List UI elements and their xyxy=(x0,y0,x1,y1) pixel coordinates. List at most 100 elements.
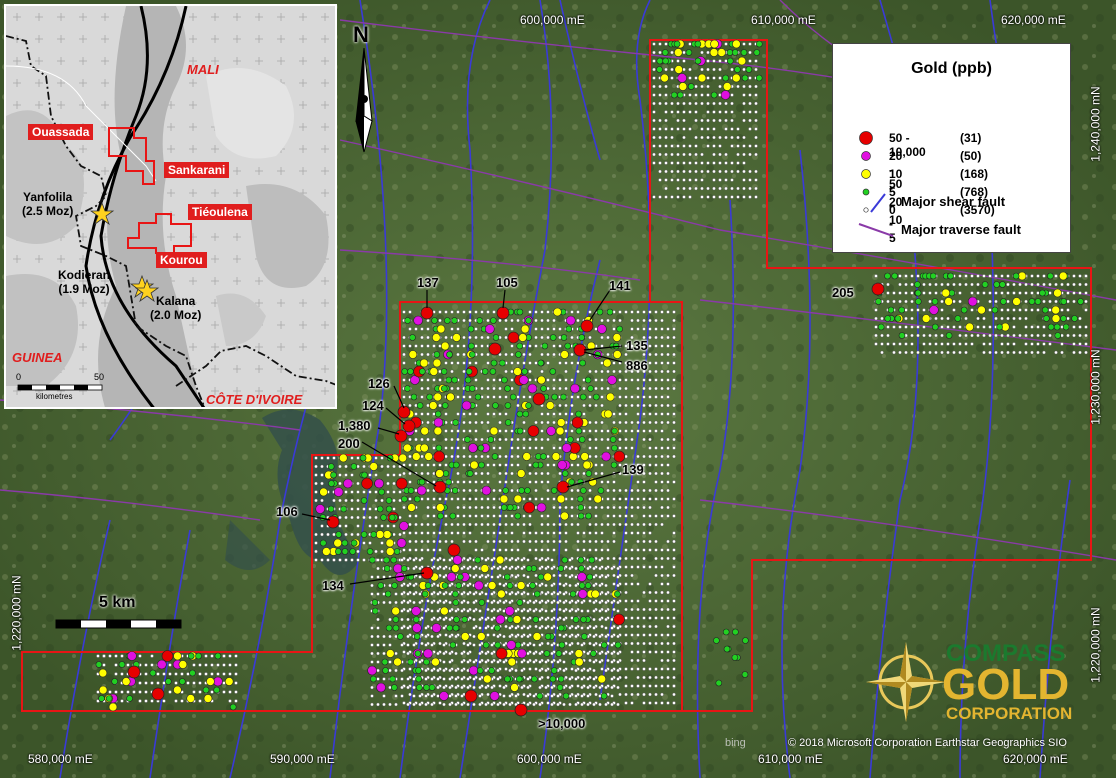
sample-point-low xyxy=(600,420,604,425)
sample-point-low xyxy=(648,684,652,688)
inset-scale-bar xyxy=(17,384,103,391)
sample-point-low xyxy=(654,395,658,399)
sample-point-low xyxy=(636,522,640,527)
sample-point-low xyxy=(520,626,524,630)
sample-point-low xyxy=(424,634,428,639)
sample-point-low xyxy=(676,127,680,131)
sample-point-low xyxy=(320,524,324,528)
sample-point-low xyxy=(466,609,470,613)
sample-point-low xyxy=(730,67,734,72)
sample-point-low xyxy=(666,582,670,586)
sample-point-low xyxy=(654,590,658,595)
sample-point-low xyxy=(624,514,628,518)
sample-point-low xyxy=(606,369,610,374)
sample-point-low xyxy=(1048,299,1052,304)
sample-point-low xyxy=(1024,316,1028,321)
sample-point-low xyxy=(314,558,318,562)
sample-point-low xyxy=(114,663,118,667)
sample-point-low xyxy=(576,539,580,544)
sample-point-low-anom xyxy=(149,669,157,677)
sample-point-low xyxy=(522,497,526,501)
sample-point-low-anom xyxy=(521,368,529,375)
sample-point-low xyxy=(606,318,610,323)
sample-point-low xyxy=(1018,308,1022,312)
sample-point-low xyxy=(382,651,386,656)
sample-point-low xyxy=(460,600,464,605)
sample-point-low xyxy=(588,446,592,450)
sample-point-low xyxy=(484,617,488,622)
sample-point-low xyxy=(492,522,496,527)
legend-shear-label: Major shear fault xyxy=(901,194,1006,209)
sample-point-low xyxy=(666,446,670,450)
sample-point-low xyxy=(526,660,530,664)
sample-point-high xyxy=(361,477,373,490)
sample-point-low xyxy=(666,352,670,357)
sample-point-low xyxy=(904,291,908,295)
sample-point-low xyxy=(180,699,184,703)
sample-point-low xyxy=(514,634,518,639)
sample-point-low xyxy=(564,573,568,578)
sample-point-low xyxy=(462,361,466,365)
sample-point-low-anom xyxy=(516,342,524,350)
sample-point-low xyxy=(588,488,592,493)
sample-point-low xyxy=(570,310,574,314)
sample-point-low xyxy=(1084,333,1088,338)
sample-point-low-anom xyxy=(487,436,495,443)
sample-point-low xyxy=(314,532,318,537)
sample-point-low xyxy=(706,161,710,165)
sample-point-low xyxy=(356,456,360,460)
sample-point-low xyxy=(636,378,640,382)
sample-point-moderate xyxy=(469,460,479,470)
sample-point-low xyxy=(648,565,652,569)
sample-point-moderate xyxy=(407,503,416,512)
sample-point-low xyxy=(544,600,548,605)
sample-point-low xyxy=(648,318,652,323)
sample-point-low xyxy=(468,514,472,518)
sample-point-low xyxy=(522,420,526,425)
sample-point-moderate xyxy=(369,462,379,471)
sample-point-low-anom xyxy=(327,505,335,513)
sample-point-low-anom xyxy=(722,628,730,636)
sample-point-low xyxy=(664,186,668,191)
sample-point-low xyxy=(338,515,342,520)
sample-point-low xyxy=(754,144,758,148)
sample-point-low xyxy=(588,403,592,408)
sample-point-low xyxy=(988,350,992,355)
sample-point-low-anom xyxy=(557,624,565,632)
sample-point-low xyxy=(474,344,478,348)
sample-point-low xyxy=(350,558,354,562)
sample-point-low xyxy=(598,558,602,562)
sample-point-low xyxy=(320,558,324,562)
sample-point-low xyxy=(616,609,620,613)
sample-point-key-14 xyxy=(127,665,141,679)
sample-point-low xyxy=(468,318,472,323)
sample-point-low xyxy=(654,650,658,654)
sample-point-high xyxy=(507,331,520,344)
sample-point-low xyxy=(486,607,490,612)
sample-point-low xyxy=(568,677,572,681)
sample-point-low xyxy=(736,161,740,165)
sample-point-low xyxy=(520,634,524,639)
sample-point-low xyxy=(534,310,538,314)
sample-point-low-anom xyxy=(433,351,441,358)
sample-point-low xyxy=(630,599,634,603)
sample-point-low xyxy=(540,310,544,314)
sample-point-low xyxy=(210,654,214,658)
sample-point-low xyxy=(658,169,662,174)
sample-point-moderate xyxy=(602,358,612,368)
sample-point-low-anom xyxy=(434,410,442,418)
sample-point-moderate xyxy=(737,56,747,66)
sample-point-low xyxy=(414,531,418,535)
sample-point-low xyxy=(606,446,610,450)
sample-point-low xyxy=(724,195,728,199)
sample-point-mid xyxy=(452,555,463,565)
sample-point-low xyxy=(672,327,676,331)
sample-point-low xyxy=(660,403,664,408)
sample-point-low xyxy=(880,342,884,346)
sample-point-low xyxy=(672,437,676,442)
sample-point-low xyxy=(730,161,734,165)
callout-124: 124 xyxy=(362,398,384,413)
sample-point-low xyxy=(664,118,668,123)
sample-point-low xyxy=(588,522,592,527)
sample-point-low xyxy=(552,318,556,323)
